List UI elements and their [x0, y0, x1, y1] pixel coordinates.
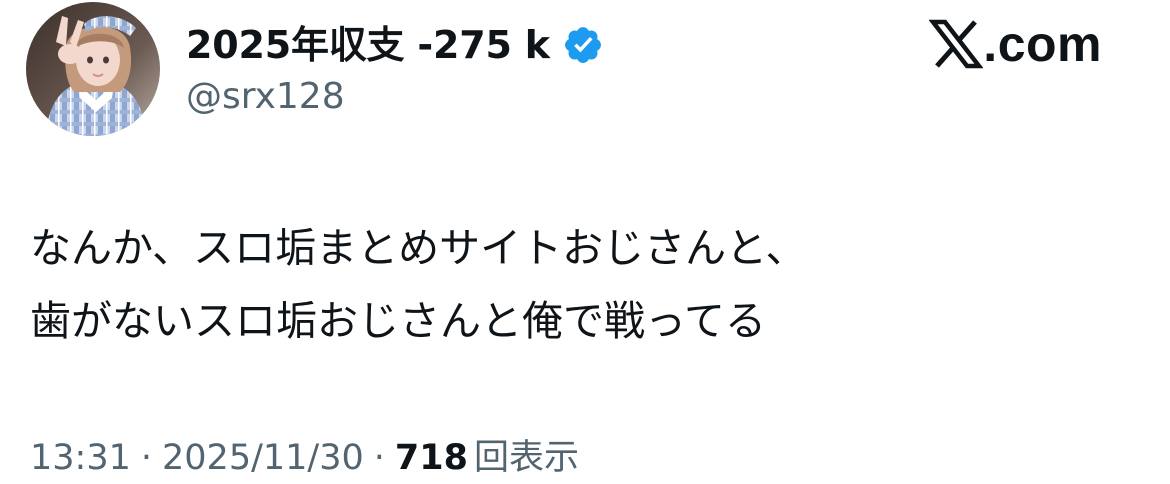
tweet-meta: 13:31 · 2025/11/30 · 718 回表示 [30, 432, 579, 484]
display-name[interactable]: 2025年収支 -275 k [186, 20, 550, 70]
x-logo-icon [929, 18, 984, 70]
brand-domain-text: .com [983, 16, 1102, 72]
meta-separator: · [373, 438, 385, 478]
x-brand-logo: .com [929, 14, 1102, 74]
verified-badge-icon [562, 24, 604, 66]
tweet-time[interactable]: 13:31 [30, 432, 131, 484]
tweet-text: なんか、スロ垢まとめサイトおじさんと、 歯がないスロ垢おじさんと俺で戦ってる [30, 212, 1130, 358]
tweet-line-1: なんか、スロ垢まとめサイトおじさんと、 [30, 224, 807, 272]
user-handle[interactable]: @srx128 [186, 75, 345, 119]
views-label: 回表示 [473, 438, 579, 478]
avatar-image [26, 2, 160, 136]
tweet-line-2: 歯がないスロ垢おじさんと俺で戦ってる [30, 297, 766, 345]
meta-separator: · [140, 438, 153, 478]
tweet-card: 2025年収支 -275 k @srx128 .com なんか、スロ垢まとめサイ… [0, 0, 1170, 481]
name-row: 2025年収支 -275 k [186, 20, 604, 70]
views-count[interactable]: 718 [395, 432, 474, 484]
tweet-date[interactable]: 2025/11/30 [162, 432, 364, 484]
avatar[interactable] [26, 2, 160, 136]
